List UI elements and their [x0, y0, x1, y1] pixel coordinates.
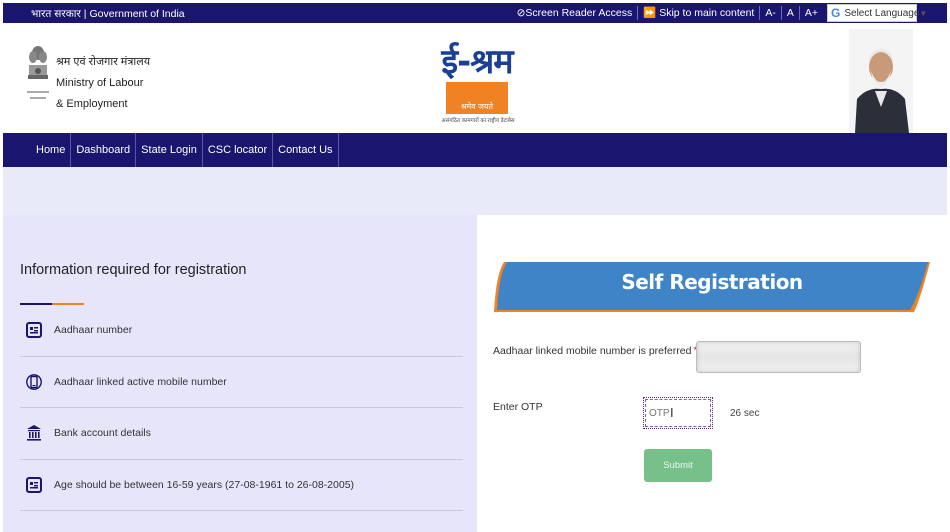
gov-hindi: भारत सरकार: [31, 8, 81, 20]
screen-reader-link[interactable]: ⊘Screen Reader Access: [512, 6, 639, 20]
language-select-label: Select Language: [844, 7, 920, 19]
submit-button[interactable]: Submit: [644, 449, 712, 482]
font-decrease-button[interactable]: A-: [760, 6, 782, 20]
id-card-icon: [26, 322, 42, 339]
list-item: Aadhaar number: [20, 305, 463, 357]
mobile-label: Aadhaar linked mobile number is preferre…: [493, 345, 697, 357]
requirement-text: Age should be between 16-59 years (27-08…: [54, 478, 355, 491]
id-card-icon: [26, 476, 42, 493]
nav-dashboard[interactable]: Dashboard: [70, 133, 135, 167]
mobile-number-input[interactable]: [696, 341, 861, 373]
list-item: Aadhaar linked active mobile number: [20, 357, 463, 408]
font-normal-button[interactable]: A: [782, 6, 800, 20]
nav-contact-us[interactable]: Contact Us: [272, 133, 339, 167]
nav-home[interactable]: Home: [31, 133, 70, 167]
list-item: Bank account details: [20, 408, 463, 460]
list-item: Age should be between 16-59 years (27-08…: [20, 460, 463, 511]
info-panel: Information required for registration Aa…: [3, 215, 477, 532]
otp-input[interactable]: [643, 397, 713, 429]
gov-english: Government of India: [89, 8, 185, 20]
national-emblem-icon: [27, 46, 49, 99]
main-nav: Home Dashboard State Login CSC locator C…: [3, 133, 947, 167]
ministry-hindi: श्रम एवं रोजगार मंत्रालय: [56, 56, 151, 68]
requirement-text: Bank account details: [54, 427, 151, 440]
top-utility-bar: भारत सरकार | Government of India ⊘Screen R…: [3, 3, 947, 23]
info-title: Information required for registration: [20, 262, 247, 278]
ministry-english-line2: & Employment: [56, 98, 128, 110]
skip-to-main-link[interactable]: ⏩ Skip to main content: [638, 6, 761, 20]
site-header: श्रम एवं रोजगार मंत्रालय Ministry of Lab…: [3, 23, 947, 133]
eshram-logo[interactable]: ई-श्रम श्रमेव जयते असंगठित कामगारों का र…: [439, 37, 515, 127]
leader-portrait-image: [849, 29, 913, 133]
page-frame: भारत सरकार | Government of India ⊘Screen R…: [3, 3, 947, 532]
logo-orange-block: श्रमेव जयते: [446, 82, 508, 114]
logo-subtitle: श्रमेव जयते: [460, 102, 494, 111]
text-cursor-icon: I: [670, 405, 674, 420]
nav-state-login[interactable]: State Login: [135, 133, 202, 167]
registration-title: Self Registration: [621, 270, 803, 294]
requirement-text: Aadhaar number: [54, 324, 133, 337]
otp-label: Enter OTP: [493, 401, 543, 413]
requirement-text: Aadhaar linked active mobile number: [54, 375, 227, 388]
google-icon: G: [831, 6, 841, 20]
bank-icon: [27, 425, 41, 441]
otp-timer: 26 sec: [730, 408, 760, 419]
government-label: भारत सरकार | Government of India: [31, 8, 185, 20]
chevron-down-icon: ▼: [919, 8, 928, 18]
language-select[interactable]: G Select Language ▼: [827, 4, 927, 22]
mobile-phone-icon: [26, 373, 42, 390]
logo-title: ई-श्रम: [441, 42, 513, 82]
page-strip: [3, 167, 947, 215]
registration-panel: Self Registration Aadhaar linked mobile …: [477, 215, 947, 532]
requirements-list: Aadhaar number Aadhaar linked active mob…: [20, 305, 463, 511]
font-increase-button[interactable]: A+: [800, 6, 823, 20]
nav-csc-locator[interactable]: CSC locator: [201, 133, 272, 167]
self-registration-banner: Self Registration: [492, 260, 932, 314]
ministry-english-line1: Ministry of Labour: [56, 77, 144, 89]
logo-tagline: असंगठित कामगारों का राष्ट्रीय डेटाबेस: [441, 118, 515, 124]
ministry-name: श्रम एवं रोजगार मंत्रालय Ministry of Lab…: [56, 52, 150, 115]
